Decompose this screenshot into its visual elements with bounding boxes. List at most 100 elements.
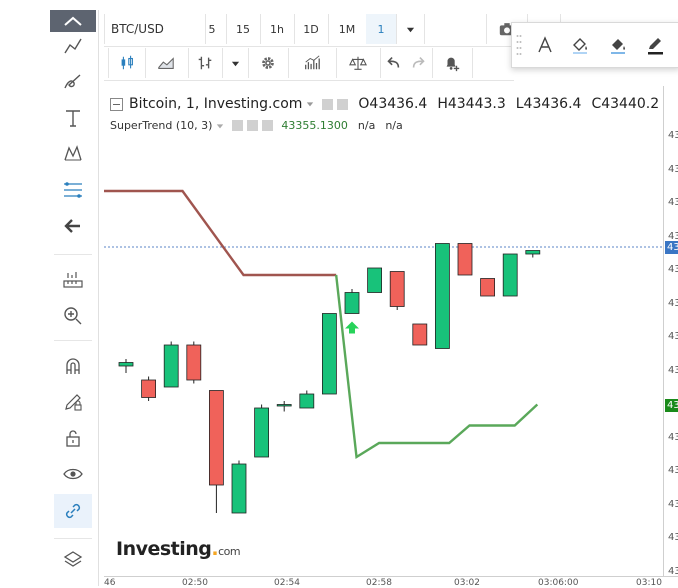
brush-tool[interactable]	[48, 66, 98, 98]
pattern-tool[interactable]	[48, 138, 98, 170]
candle-up[interactable]	[344, 292, 360, 314]
pencil-icon	[648, 38, 663, 55]
interval-1[interactable]: 1	[366, 14, 397, 44]
chart-toolbar	[104, 48, 514, 81]
interval-label: 1M	[338, 22, 356, 36]
zoom-in-tool[interactable]	[48, 300, 98, 332]
alert-button[interactable]	[432, 48, 473, 78]
magnet-tool[interactable]	[48, 350, 98, 382]
interval-5[interactable]: 5	[198, 14, 227, 44]
candle-down[interactable]	[209, 390, 224, 486]
supertrend-down-line	[104, 189, 337, 277]
area-style-button[interactable]	[144, 48, 189, 78]
watermark-brand: Investing	[116, 538, 212, 560]
interval-1d[interactable]: 1D	[294, 14, 329, 44]
price-axis[interactable]: 43434343434343434343434343434343	[663, 86, 678, 576]
text-tool[interactable]	[48, 102, 98, 134]
time-axis[interactable]: 46 02:50 02:54 02:58 03:02 03:06:00 03:10	[104, 576, 678, 588]
settings-button[interactable]	[248, 48, 289, 78]
text-a-icon	[538, 36, 552, 53]
candle-down[interactable]	[480, 278, 496, 297]
candle-up[interactable]	[434, 243, 450, 349]
symbol-label: BTC/USD	[111, 22, 164, 36]
layers-tool[interactable]	[48, 544, 98, 576]
caret-down-icon[interactable]	[216, 122, 224, 130]
remove-indicator-icon[interactable]	[262, 120, 274, 131]
compare-button[interactable]	[336, 48, 381, 78]
hide-series-icon[interactable]	[322, 98, 334, 110]
indicator-settings-icon[interactable]	[247, 120, 259, 131]
ohlc-high: H43443.3	[437, 96, 506, 112]
link-tool[interactable]	[54, 494, 92, 528]
candle-down[interactable]	[412, 323, 428, 346]
border-fill-button[interactable]	[603, 31, 633, 59]
candle-up[interactable]	[502, 253, 518, 297]
caret-down-icon[interactable]	[306, 100, 314, 108]
redo-icon	[412, 57, 425, 68]
candle-down[interactable]	[186, 344, 202, 381]
interval-label: 1D	[303, 22, 319, 36]
time-tick-label: 03:06:00	[538, 578, 579, 588]
price-chart[interactable]	[104, 86, 664, 576]
interval-1h[interactable]: 1h	[260, 14, 295, 44]
interval-1m[interactable]: 1M	[328, 14, 367, 44]
layers-icon	[63, 551, 83, 567]
toolbar-divider	[54, 254, 92, 255]
indicator-value: 43355.1300	[281, 119, 348, 132]
price-tick-label: 43	[668, 163, 678, 175]
current-price-tag: 43	[665, 241, 678, 254]
back-button[interactable]	[48, 210, 98, 242]
chart-style-dropdown[interactable]	[222, 48, 249, 78]
interval-15[interactable]: 15	[226, 14, 261, 44]
line-color-button[interactable]	[640, 31, 670, 59]
candle-up[interactable]	[231, 463, 247, 514]
interval-dropdown[interactable]	[396, 14, 425, 44]
interval-label: 1	[377, 22, 385, 36]
fib-tool[interactable]	[48, 174, 98, 206]
symbol-search[interactable]: BTC/USD	[104, 14, 206, 44]
candle-up[interactable]	[118, 362, 134, 367]
indicator-na-value: n/a	[357, 119, 376, 132]
trend-line-icon	[64, 38, 82, 54]
undo-button[interactable]	[380, 48, 406, 78]
candlestick-icon	[121, 55, 133, 70]
watermark-suffix: com	[218, 545, 241, 558]
measure-tool[interactable]	[48, 264, 98, 296]
redo-button[interactable]	[406, 48, 433, 78]
candle-down[interactable]	[141, 379, 156, 398]
link-icon	[65, 503, 81, 519]
candle-up[interactable]	[525, 250, 541, 255]
pencil-lock-icon	[65, 394, 82, 411]
drag-handle-icon[interactable]	[516, 33, 522, 57]
bars-style-button[interactable]	[188, 48, 223, 78]
hide-indicator-icon[interactable]	[232, 120, 244, 131]
price-tick-label: 43	[668, 364, 678, 376]
visibility-tool[interactable]	[48, 458, 98, 490]
candle-down[interactable]	[457, 243, 473, 276]
trend-line-tool[interactable]	[48, 30, 98, 62]
candle-up[interactable]	[367, 267, 383, 293]
candle-down[interactable]	[389, 271, 405, 307]
candle-up[interactable]	[321, 313, 337, 395]
candle-up[interactable]	[254, 407, 270, 458]
series-title[interactable]: Bitcoin, 1, Investing.com	[129, 96, 302, 112]
price-tick-label: 43	[668, 532, 678, 543]
text-style-button[interactable]	[530, 31, 560, 59]
background-fill-button[interactable]	[565, 31, 595, 59]
collapse-legend-icon[interactable]	[110, 97, 123, 111]
indicator-title[interactable]: SuperTrend (10, 3)	[110, 119, 212, 132]
time-tick-label: 03:02	[454, 578, 480, 588]
indicators-button[interactable]	[288, 48, 337, 78]
candles-style-button[interactable]	[108, 48, 146, 78]
magnet-icon	[66, 358, 80, 374]
candle-up[interactable]	[163, 344, 179, 388]
bell-plus-icon	[446, 57, 460, 72]
toolbar-divider	[54, 538, 92, 539]
unlock-tool[interactable]	[48, 422, 98, 454]
toolbar-divider	[54, 340, 92, 341]
series-settings-icon[interactable]	[337, 98, 349, 110]
candle-up[interactable]	[276, 404, 292, 407]
lock-drawing-tool[interactable]	[48, 386, 98, 418]
candle-up[interactable]	[299, 393, 315, 409]
collapse-toolbar-button[interactable]	[50, 10, 96, 32]
